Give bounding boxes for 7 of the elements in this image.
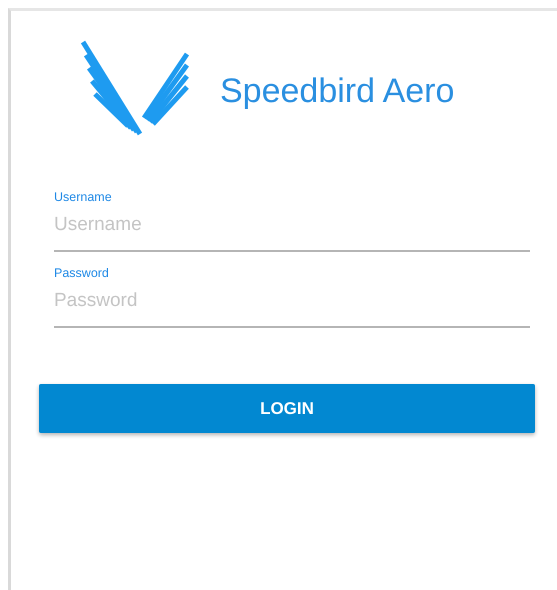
login-button[interactable]: LOGIN [39, 384, 535, 433]
field-label: Username [54, 190, 113, 204]
field-label: Password [54, 266, 110, 280]
wing-logo-icon [80, 38, 190, 138]
input-field[interactable]: Password [54, 280, 530, 328]
brand-name: Speedbird Aero [220, 72, 454, 110]
input-field[interactable]: Username [54, 204, 530, 252]
